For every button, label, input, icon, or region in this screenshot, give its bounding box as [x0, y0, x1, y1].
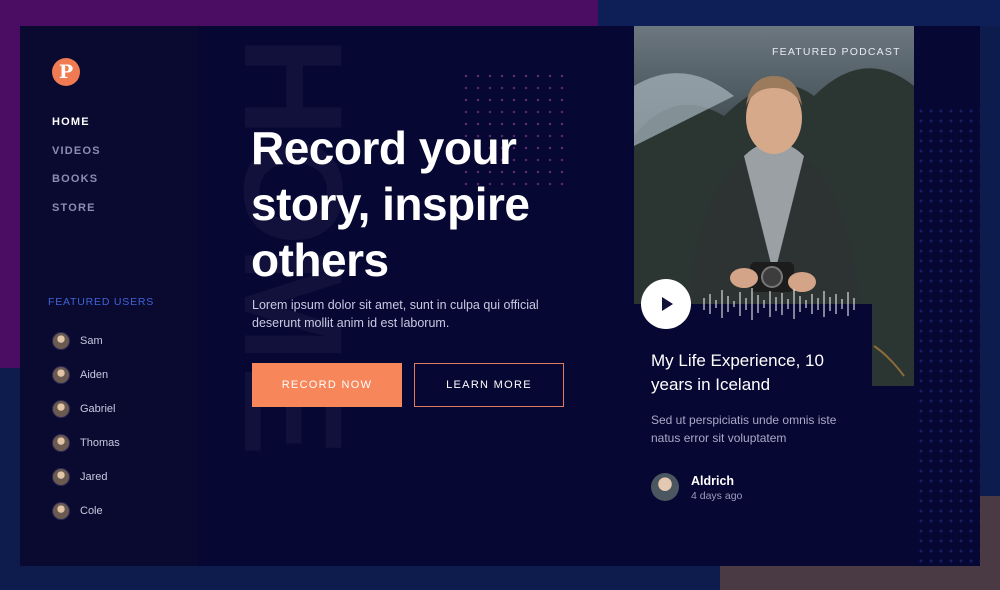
user-item[interactable]: Jared — [52, 460, 120, 494]
user-name: Cole — [80, 505, 103, 517]
user-item[interactable]: Thomas — [52, 426, 120, 460]
author-name[interactable]: Aldrich — [691, 474, 734, 488]
user-avatar — [52, 400, 70, 418]
post-timestamp: 4 days ago — [691, 490, 743, 502]
audio-waveform[interactable] — [702, 286, 862, 322]
user-name: Jared — [80, 471, 108, 483]
sidebar: P HOME VIDEOS BOOKS STORE FEATURED USERS… — [20, 26, 198, 566]
nav-item-home[interactable]: HOME — [52, 116, 101, 145]
user-name: Aiden — [80, 369, 109, 381]
nav-item-books[interactable]: BOOKS — [52, 173, 101, 202]
main-nav: HOME VIDEOS BOOKS STORE — [52, 116, 101, 230]
user-item[interactable]: Gabriel — [52, 392, 120, 426]
user-item[interactable]: Cole — [52, 494, 120, 528]
featured-podcast-label: FEATURED PODCAST — [772, 46, 901, 58]
nav-item-store[interactable]: STORE — [52, 202, 101, 231]
nav-item-videos[interactable]: VIDEOS — [52, 145, 101, 174]
dot-pattern-right — [916, 106, 980, 566]
podcast-title[interactable]: My Life Experience, 10 years in Iceland — [651, 349, 861, 397]
user-avatar — [52, 366, 70, 384]
record-now-button[interactable]: RECORD NOW — [252, 363, 402, 407]
user-item[interactable]: Aiden — [52, 358, 120, 392]
user-avatar — [52, 434, 70, 452]
play-icon[interactable] — [641, 279, 691, 329]
background-navy-block — [598, 0, 1000, 26]
user-item[interactable]: Sam — [52, 324, 120, 358]
user-name: Sam — [80, 335, 103, 347]
author-avatar[interactable] — [651, 473, 679, 501]
user-avatar — [52, 502, 70, 520]
featured-users-list: Sam Aiden Gabriel Thomas Jared Cole — [52, 324, 120, 528]
user-avatar — [52, 332, 70, 350]
hero-lead-text: Lorem ipsum dolor sit amet, sunt in culp… — [252, 298, 539, 330]
main-card: P HOME VIDEOS BOOKS STORE FEATURED USERS… — [20, 26, 980, 566]
hero-headline: Record your story, inspire others — [251, 122, 530, 286]
user-name: Thomas — [80, 437, 120, 449]
podcast-description: Sed ut perspiciatis unde omnis iste natu… — [651, 413, 837, 445]
user-avatar — [52, 468, 70, 486]
featured-users-heading: FEATURED USERS — [48, 296, 155, 308]
learn-more-button[interactable]: LEARN MORE — [414, 363, 564, 407]
logo[interactable]: P — [52, 58, 80, 86]
user-name: Gabriel — [80, 403, 116, 415]
